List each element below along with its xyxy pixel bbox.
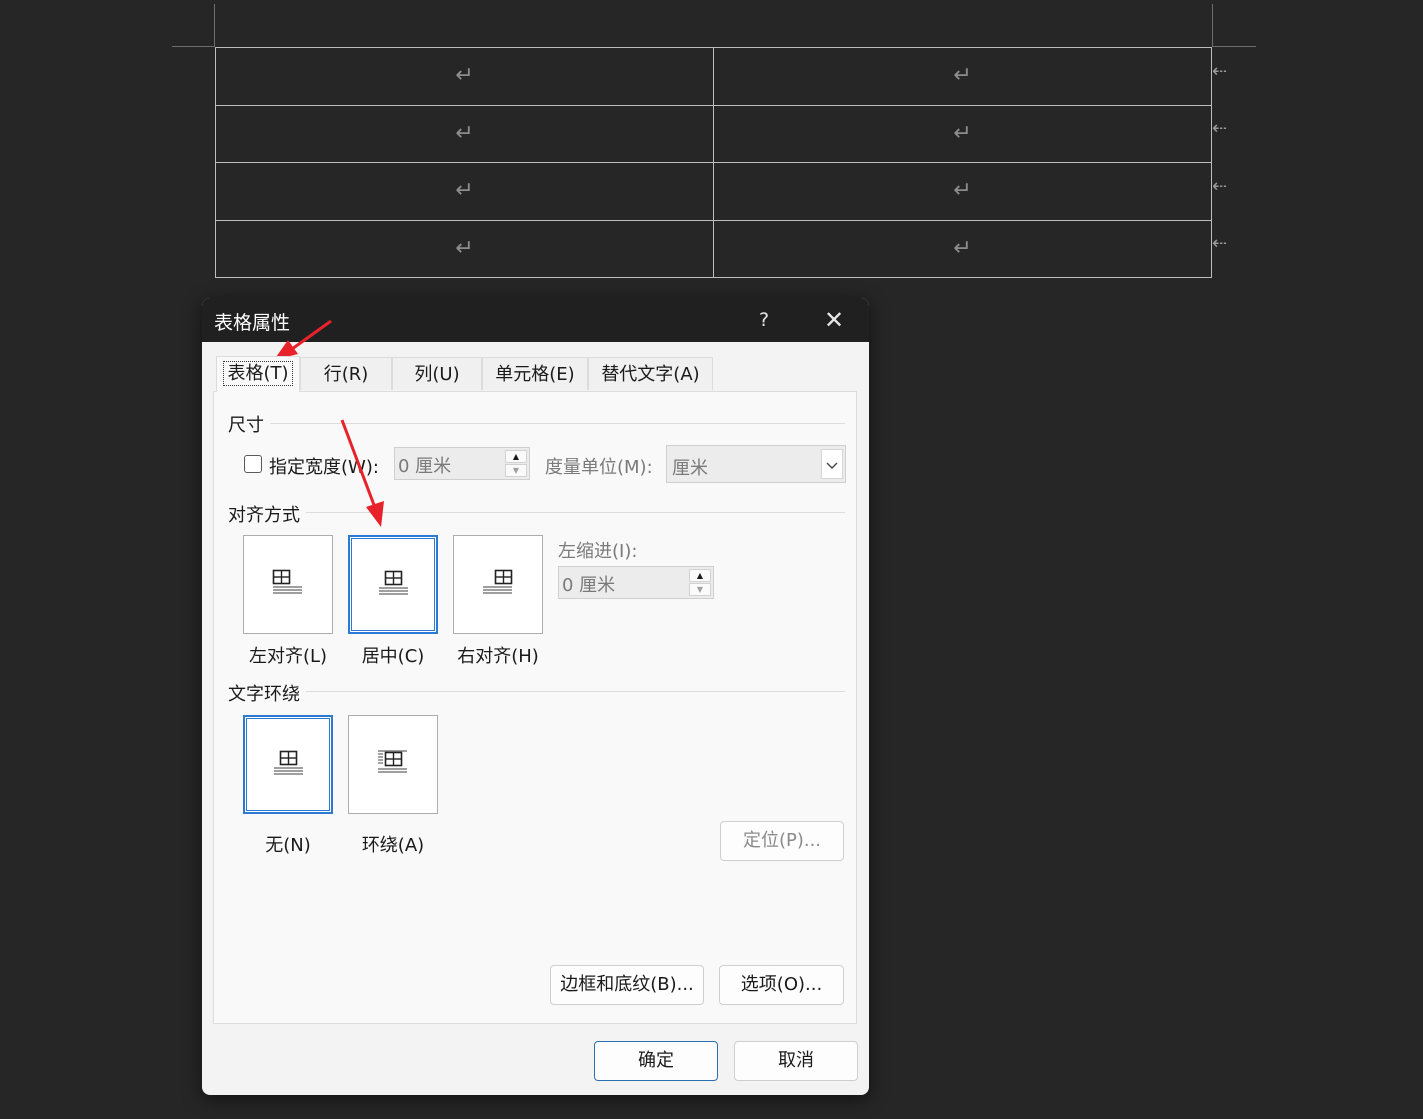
tab-row[interactable]: 行(R) (300, 357, 392, 390)
align-center-option[interactable] (348, 535, 438, 634)
close-button[interactable]: ✕ (820, 306, 848, 334)
wrap-around-icon (378, 750, 407, 773)
paragraph-mark-icon: ↵ (455, 178, 474, 204)
position-button[interactable]: 定位(P)... (720, 821, 844, 861)
tab-alt-text[interactable]: 替代文字(A) (588, 357, 713, 390)
align-left-option[interactable] (243, 535, 333, 634)
size-section-title: 尺寸 (228, 415, 264, 436)
indent-spin-buttons: ▲ ▼ (689, 569, 711, 596)
alignment-section-title: 对齐方式 (228, 505, 300, 526)
paragraph-mark-icon: ↵ (953, 63, 972, 89)
ok-button[interactable]: 确定 (594, 1041, 718, 1081)
table-align-center-icon (379, 570, 408, 595)
table-align-right-icon (483, 569, 513, 594)
paragraph-mark-icon: ↵ (455, 235, 474, 261)
table-cell[interactable]: ↵ (215, 162, 714, 221)
row-end-mark-icon: ⇠ (1212, 233, 1228, 254)
width-spin-buttons: ▲ ▼ (505, 450, 527, 477)
dialog-title-bar[interactable]: 表格属性 ? ✕ (202, 298, 869, 342)
paragraph-mark-icon: ↵ (953, 178, 972, 204)
table-align-left-icon (272, 569, 302, 594)
dialog-title: 表格属性 (214, 312, 291, 334)
table-cell[interactable]: ↵ (713, 104, 1212, 163)
alignment-section-divider (306, 512, 845, 513)
table-row: ↵ ↵ (215, 219, 1212, 278)
left-indent-label: 左缩进(I): (558, 541, 638, 562)
table-cell[interactable]: ↵ (215, 219, 714, 278)
margin-marker-left-horizontal (172, 46, 215, 47)
tab-column[interactable]: 列(U) (392, 357, 482, 390)
row-end-mark-icon: ⇠ (1212, 176, 1228, 197)
align-right-label[interactable]: 右对齐(H) (448, 642, 548, 668)
table-cell[interactable]: ↵ (215, 104, 714, 163)
help-button[interactable]: ? (750, 306, 778, 334)
tab-cell[interactable]: 单元格(E) (482, 357, 588, 390)
document-table[interactable]: ↵ ↵ ↵ ↵ ↵ ↵ ↵ ↵ (215, 47, 1212, 278)
spin-down-icon[interactable]: ▼ (689, 583, 711, 596)
measure-unit-select[interactable]: 厘米 (666, 445, 846, 483)
row-end-mark-icon: ⇠ (1212, 61, 1228, 82)
table-options-button[interactable]: 选项(O)... (719, 965, 844, 1005)
spin-up-icon[interactable]: ▲ (689, 569, 711, 582)
paragraph-mark-icon: ↵ (455, 120, 474, 146)
tab-column-label: 列(U) (414, 364, 460, 385)
table-cell[interactable]: ↵ (713, 47, 1212, 106)
table-properties-dialog: 表格属性 ? ✕ 表格(T) 行(R) 列(U) 单元格(E) 替代文字(A) … (202, 298, 869, 1095)
wrap-none-label[interactable]: 无(N) (238, 831, 338, 857)
align-left-label[interactable]: 左对齐(L) (238, 642, 338, 668)
measure-unit-label: 度量单位(M): (545, 457, 653, 478)
width-value-spinner[interactable]: 0 厘米 ▲ ▼ (394, 447, 530, 480)
wrap-around-option[interactable] (348, 715, 438, 814)
paragraph-mark-icon: ↵ (953, 120, 972, 146)
table-row: ↵ ↵ (215, 47, 1212, 106)
row-end-mark-icon: ⇠ (1212, 118, 1228, 139)
table-row: ↵ ↵ (215, 104, 1212, 163)
left-indent-spinner[interactable]: 0 厘米 ▲ ▼ (558, 566, 714, 599)
tab-cell-label: 单元格(E) (495, 364, 575, 385)
chevron-down-icon[interactable] (821, 449, 843, 479)
specify-width-checkbox[interactable] (244, 455, 262, 473)
cancel-button[interactable]: 取消 (734, 1041, 858, 1081)
borders-shading-button[interactable]: 边框和底纹(B)... (550, 965, 704, 1005)
wrapping-section-divider (306, 691, 845, 692)
tab-table-label: 表格(T) (223, 361, 293, 386)
tab-row-label: 行(R) (323, 364, 369, 385)
wrap-around-label[interactable]: 环绕(A) (343, 831, 443, 857)
measure-unit-value: 厘米 (672, 458, 708, 479)
specify-width-label[interactable]: 指定宽度(W): (269, 453, 379, 479)
wrap-none-icon (274, 750, 303, 775)
width-value: 0 厘米 (398, 456, 452, 477)
tab-table[interactable]: 表格(T) (216, 356, 300, 392)
margin-marker-right-horizontal (1212, 46, 1256, 47)
spin-down-icon[interactable]: ▼ (505, 464, 527, 477)
wrapping-section-title: 文字环绕 (228, 684, 300, 705)
table-cell[interactable]: ↵ (713, 162, 1212, 221)
left-indent-value: 0 厘米 (562, 575, 616, 596)
margin-marker-left-vertical (214, 4, 215, 47)
table-row: ↵ ↵ (215, 162, 1212, 221)
align-center-label[interactable]: 居中(C) (343, 642, 443, 668)
paragraph-mark-icon: ↵ (455, 63, 474, 89)
table-cell[interactable]: ↵ (713, 219, 1212, 278)
tab-panel-table: 尺寸 指定宽度(W): 0 厘米 ▲ ▼ 度量单位(M): 厘米 对齐方式 左对… (213, 391, 857, 1024)
size-section-divider (270, 423, 845, 424)
wrap-none-option[interactable] (243, 715, 333, 814)
tab-alt-text-label: 替代文字(A) (601, 364, 700, 385)
align-right-option[interactable] (453, 535, 543, 634)
paragraph-mark-icon: ↵ (953, 235, 972, 261)
margin-marker-right-vertical (1212, 4, 1213, 47)
spin-up-icon[interactable]: ▲ (505, 450, 527, 463)
table-cell[interactable]: ↵ (215, 47, 714, 106)
